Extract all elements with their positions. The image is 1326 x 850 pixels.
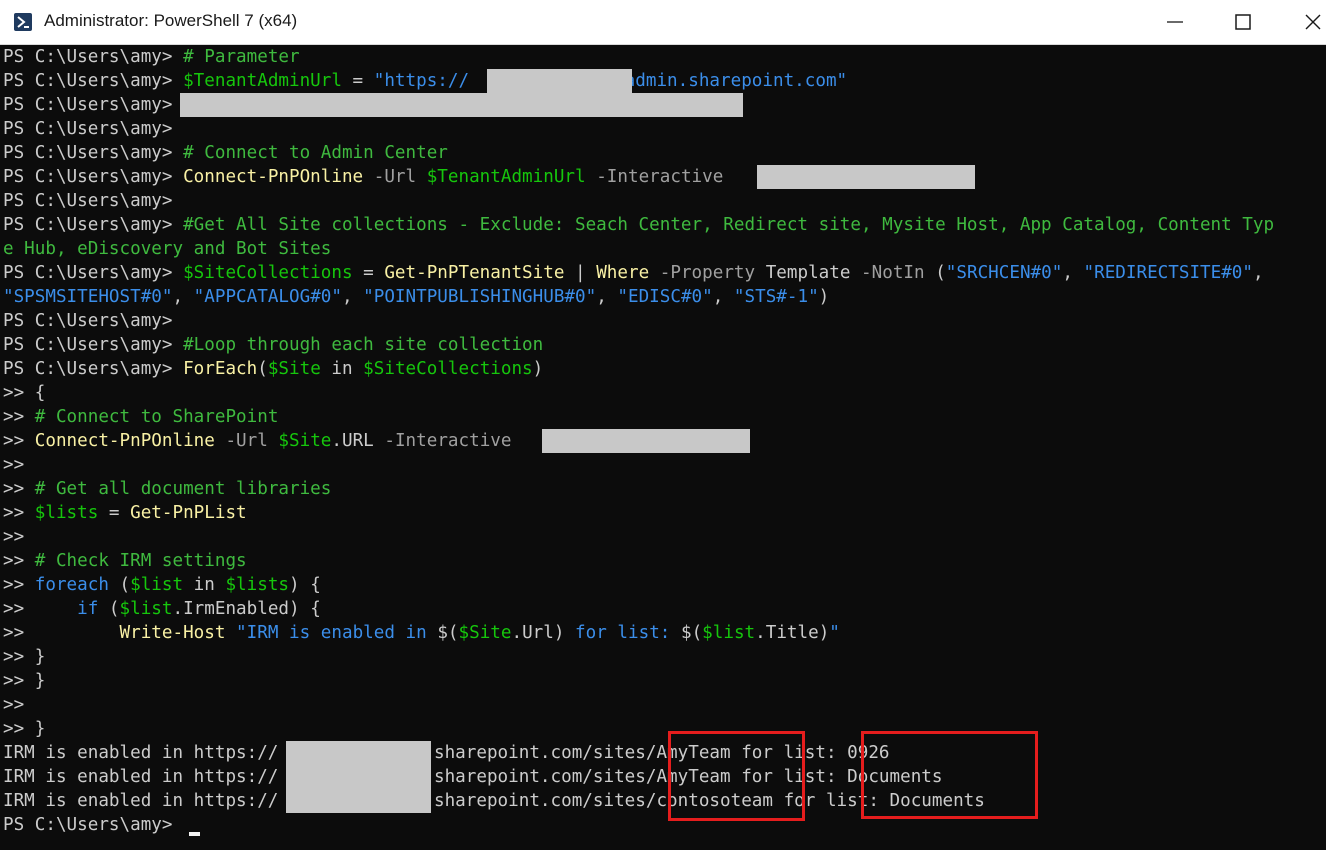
title-bar[interactable]: Administrator: PowerShell 7 (x64) (0, 0, 1326, 45)
close-icon (1305, 14, 1321, 30)
console-line: >> (3, 527, 35, 547)
console-line: >> foreach ($list in $lists) { (3, 575, 321, 595)
console-line: PS C:\Users\amy> $TenantAdminUrl = "http… (3, 71, 848, 91)
window-title: Administrator: PowerShell 7 (x64) (44, 11, 298, 30)
console-line: >> # Check IRM settings (3, 551, 247, 571)
output-line: IRM is enabled in https://.sharepoint.co… (3, 791, 985, 811)
maximize-icon (1235, 14, 1251, 30)
text-cursor (189, 832, 200, 836)
redacted-block (757, 165, 975, 189)
console-line: >> } (3, 647, 46, 667)
redacted-block (180, 93, 743, 117)
minimize-icon (1167, 21, 1183, 23)
console-line: >> (3, 455, 35, 475)
console-line: >> # Connect to SharePoint (3, 407, 279, 427)
console-line: PS C:\Users\amy> (3, 95, 184, 115)
console-line: PS C:\Users\amy> (3, 191, 184, 211)
list-name-highlight (861, 731, 1038, 819)
console-line: PS C:\Users\amy> (3, 119, 184, 139)
console-line: PS C:\Users\amy> # Parameter (3, 47, 300, 67)
console-line: "SPSMSITEHOST#0", "APPCATALOG#0", "POINT… (3, 287, 830, 307)
redacted-block (286, 741, 431, 765)
redacted-block (286, 765, 431, 789)
console-line: e Hub, eDiscovery and Bot Sites (3, 239, 332, 259)
close-button[interactable] (1290, 0, 1326, 44)
redacted-block (286, 789, 431, 813)
console-line: >> $lists = Get-PnPList (3, 503, 247, 523)
console-line: PS C:\Users\amy> #Get All Site collectio… (3, 215, 1275, 235)
console-line: >> } (3, 671, 46, 691)
console-line: PS C:\Users\amy> $SiteCollections = Get-… (3, 263, 1264, 283)
console-line: >> Connect-PnPOnline -Url $Site.URL -Int… (3, 431, 523, 451)
console-line: PS C:\Users\amy> Connect-PnPOnline -Url … (3, 167, 734, 187)
console-line: PS C:\Users\amy> (3, 815, 184, 835)
minimize-button[interactable] (1152, 0, 1198, 44)
console-line: >> } (3, 719, 46, 739)
console-line: PS C:\Users\amy> (3, 311, 184, 331)
redacted-block (487, 69, 632, 93)
console-line: PS C:\Users\amy> ForEach($Site in $SiteC… (3, 359, 544, 379)
powershell-icon (14, 13, 32, 31)
console-line: >> # Get all document libraries (3, 479, 332, 499)
maximize-button[interactable] (1220, 0, 1266, 44)
console-line: >> if ($list.IrmEnabled) { (3, 599, 321, 619)
console-line: >> Write-Host "IRM is enabled in $($Site… (3, 623, 840, 643)
console-line: >> (3, 695, 35, 715)
terminal-output[interactable]: PS C:\Users\amy> # Parameter PS C:\Users… (0, 45, 1326, 850)
redacted-block (542, 429, 750, 453)
console-line: PS C:\Users\amy> # Connect to Admin Cent… (3, 143, 448, 163)
console-line: PS C:\Users\amy> #Loop through each site… (3, 335, 544, 355)
console-line: >> { (3, 383, 46, 403)
site-name-highlight (668, 731, 805, 821)
